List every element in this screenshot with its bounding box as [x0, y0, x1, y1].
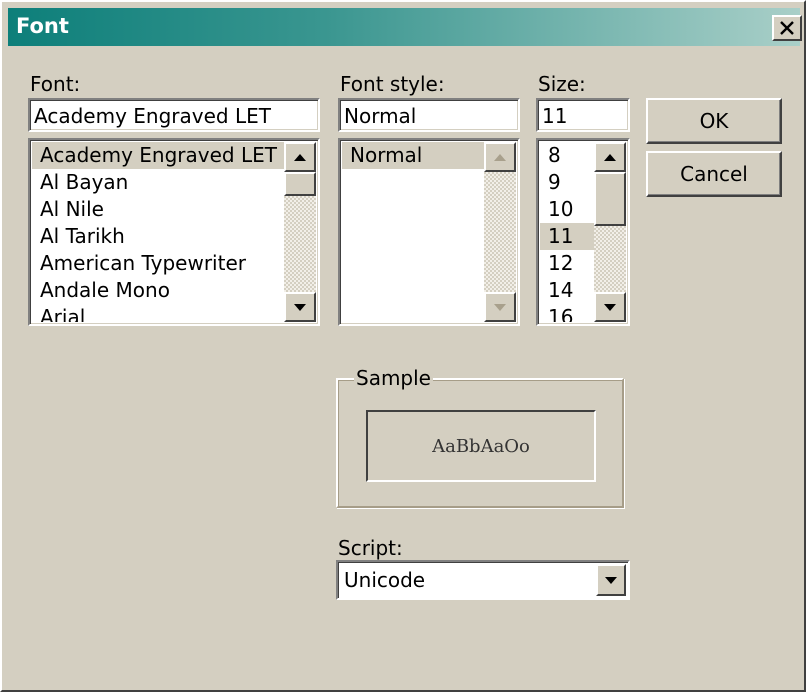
sample-group: Sample AaBbAaOo [336, 366, 624, 508]
font-scroll-up-button[interactable] [284, 142, 316, 172]
font-style-label: Font style: [340, 72, 445, 96]
size-input[interactable]: 11 [536, 98, 630, 132]
font-style-list[interactable]: Normal [338, 138, 520, 326]
triangle-down-icon [494, 303, 506, 311]
size-list-item[interactable]: 11 [540, 223, 594, 250]
font-list-item[interactable]: Andale Mono [32, 277, 284, 304]
chevron-down-icon [605, 576, 617, 584]
style-scroll-down-button [484, 292, 516, 322]
font-scroll-thumb[interactable] [284, 172, 316, 196]
font-label: Font: [30, 72, 81, 96]
size-list-item[interactable]: 10 [540, 196, 594, 223]
window-title: Font [16, 14, 69, 38]
size-list-item[interactable]: 12 [540, 250, 594, 277]
size-scroll-down-button[interactable] [594, 292, 626, 322]
size-scroll-thumb[interactable] [594, 172, 626, 226]
triangle-down-icon [604, 303, 616, 311]
triangle-down-icon [294, 303, 306, 311]
font-list-item[interactable]: Academy Engraved LET [32, 142, 284, 169]
script-value: Unicode [344, 568, 426, 592]
font-style-input[interactable]: Normal [338, 98, 520, 132]
font-dialog: Font Font: Academy Engraved LET Academy … [0, 0, 806, 692]
font-list-item[interactable]: Arial [32, 304, 284, 322]
font-name-input[interactable]: Academy Engraved LET [28, 98, 320, 132]
close-icon [780, 21, 794, 35]
cancel-button[interactable]: Cancel [646, 151, 782, 197]
size-list-item[interactable]: 16 [540, 304, 594, 322]
script-select[interactable]: Unicode [336, 560, 630, 600]
size-list-items: 8 9 10 11 12 14 16 [540, 142, 594, 322]
title-bar[interactable]: Font [8, 8, 802, 46]
script-label: Script: [338, 536, 403, 560]
font-list-items: Academy Engraved LET Al Bayan Al Nile Al Ta… [32, 142, 284, 322]
size-list-item[interactable]: 14 [540, 277, 594, 304]
font-list-scrollbar[interactable] [284, 142, 316, 322]
style-scroll-up-button [484, 142, 516, 172]
size-list[interactable]: 8 9 10 11 12 14 16 [536, 138, 630, 326]
font-list[interactable]: Academy Engraved LET Al Bayan Al Nile Al Ta… [28, 138, 320, 326]
size-list-scrollbar[interactable] [594, 142, 626, 322]
font-list-item[interactable]: Al Tarikh [32, 223, 284, 250]
triangle-up-icon [604, 153, 616, 161]
sample-label: Sample [354, 366, 433, 390]
size-list-item[interactable]: 9 [540, 169, 594, 196]
font-style-list-item[interactable]: Normal [342, 142, 484, 169]
size-list-item[interactable]: 8 [540, 142, 594, 169]
close-button[interactable] [772, 15, 802, 41]
triangle-up-icon [494, 153, 506, 161]
font-style-scrollbar [484, 142, 516, 322]
font-style-list-items: Normal [342, 142, 484, 322]
sample-preview: AaBbAaOo [366, 410, 596, 482]
ok-button[interactable]: OK [646, 98, 782, 144]
triangle-up-icon [294, 153, 306, 161]
size-label: Size: [538, 72, 586, 96]
font-list-item[interactable]: Al Nile [32, 196, 284, 223]
font-list-item[interactable]: Al Bayan [32, 169, 284, 196]
size-scroll-up-button[interactable] [594, 142, 626, 172]
script-dropdown-button[interactable] [596, 564, 626, 596]
font-list-item[interactable]: American Typewriter [32, 250, 284, 277]
font-scroll-down-button[interactable] [284, 292, 316, 322]
